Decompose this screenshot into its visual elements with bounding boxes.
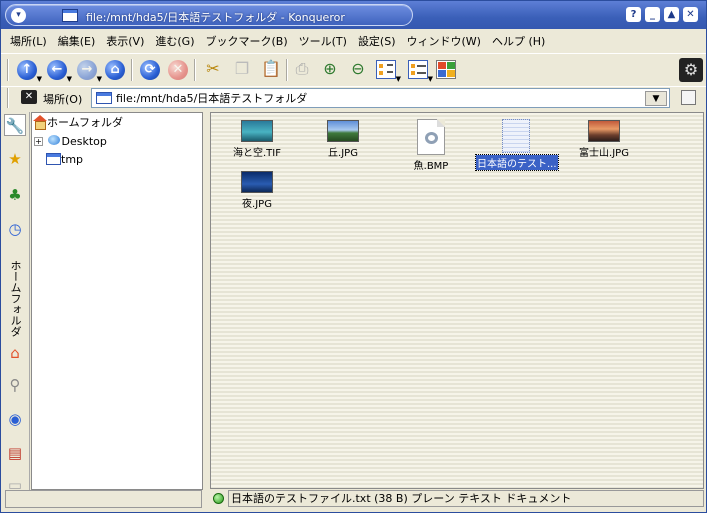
file-item[interactable]: 丘.JPG xyxy=(303,120,383,159)
location-combobox[interactable]: ▼ xyxy=(91,88,670,108)
file-name: 魚.BMP xyxy=(413,161,449,172)
up-icon[interactable]: ↑ ▼ xyxy=(14,57,42,83)
menu-bookmarks[interactable]: ブックマーク(B) xyxy=(205,33,287,49)
zoom-in-icon[interactable]: ⊕ xyxy=(317,57,343,83)
cut-icon[interactable]: ✂ xyxy=(200,57,226,83)
stop-icon[interactable]: ✕ xyxy=(165,57,191,83)
window-title: file:/mnt/hda5/日本語テストフォルダ - Konqueror xyxy=(86,11,345,24)
window-menu-button[interactable]: ▾ xyxy=(11,8,26,23)
copy-icon[interactable]: ❐ xyxy=(229,57,255,83)
status-bar: 日本語のテストファイル.txt (38 B) プレーン テキスト ドキュメント xyxy=(210,489,704,508)
tree-item-label: tmp xyxy=(61,153,84,166)
menu-location[interactable]: 場所(L) xyxy=(10,33,47,49)
print-icon[interactable]: ⎙ xyxy=(289,57,315,83)
menu-go[interactable]: 進む(G) xyxy=(155,33,194,49)
title-bar[interactable]: ▾ file:/mnt/hda5/日本語テストフォルダ - Konqueror … xyxy=(1,1,706,29)
tree-item-tmp[interactable]: tmp xyxy=(46,151,83,168)
image-thumbnail xyxy=(241,171,273,193)
location-dropdown-button[interactable]: ▼ xyxy=(645,91,667,106)
zoom-out-icon[interactable]: ⊖ xyxy=(345,57,371,83)
expand-icon[interactable]: + xyxy=(34,137,43,146)
menu-bar: 場所(L) 編集(E) 表示(V) 進む(G) ブックマーク(B) ツール(T)… xyxy=(1,30,706,52)
tree-item-desktop[interactable]: + Desktop xyxy=(34,133,107,150)
konqueror-window: ▾ file:/mnt/hda5/日本語テストフォルダ - Konqueror … xyxy=(0,0,707,513)
icon-view-icon[interactable]: ▼ xyxy=(373,57,401,83)
detail-view-icon[interactable]: ▼ xyxy=(405,57,433,83)
image-thumbnail xyxy=(241,120,273,142)
text-file-icon xyxy=(502,119,530,153)
home-folder-icon[interactable]: ⌂ xyxy=(4,342,26,364)
gear-icon[interactable]: ⚙ xyxy=(678,57,704,83)
folder-icon xyxy=(46,153,61,165)
image-thumbnail xyxy=(588,120,620,142)
maximize-button[interactable]: ▲ xyxy=(664,7,679,22)
image-file-icon xyxy=(417,119,445,155)
back-icon[interactable]: ← ▼ xyxy=(44,57,72,83)
file-name: 夜.JPG xyxy=(242,199,272,210)
menu-settings[interactable]: 設定(S) xyxy=(358,33,396,49)
tree-item-label: ホームフォルダ xyxy=(47,116,124,129)
home-icon xyxy=(32,115,47,130)
help-button[interactable]: ? xyxy=(626,7,641,22)
go-button[interactable] xyxy=(681,90,696,105)
history-icon[interactable]: ◷ xyxy=(4,218,26,240)
paste-icon[interactable]: 📋 xyxy=(258,57,284,83)
file-item[interactable]: 富士山.JPG xyxy=(564,120,644,159)
close-button[interactable]: ✕ xyxy=(683,7,698,22)
menu-edit[interactable]: 編集(E) xyxy=(58,33,96,49)
sidebar-status xyxy=(5,490,202,508)
folder-icon xyxy=(62,9,78,22)
directory-tree: ホームフォルダ + Desktop tmp xyxy=(31,112,203,490)
file-name: 富士山.JPG xyxy=(579,148,629,159)
sidebar-tab-column: 🔧 ★ ♣ ◷ ホームフォルダ ⌂ ⚲ ◉ ▤ ▭ xyxy=(1,112,30,494)
file-name: 海と空.TIF xyxy=(233,148,281,159)
menu-tools[interactable]: ツール(T) xyxy=(299,33,347,49)
sidebar-tab-home[interactable]: ホームフォルダ xyxy=(3,252,27,344)
bookmarks-icon[interactable]: ★ xyxy=(4,148,26,170)
menu-view[interactable]: 表示(V) xyxy=(106,33,144,49)
devices-icon[interactable]: ▤ xyxy=(4,442,26,464)
home-icon[interactable]: ⌂ xyxy=(102,57,128,83)
image-thumbnail xyxy=(327,120,359,142)
file-item[interactable]: 夜.JPG xyxy=(217,171,297,210)
folder-icon xyxy=(96,92,112,104)
web-icon[interactable]: ◉ xyxy=(4,408,26,430)
desktop-icon xyxy=(47,134,62,147)
minimize-button[interactable]: _ xyxy=(645,7,660,22)
file-item[interactable]: 魚.BMP xyxy=(391,119,471,172)
main-toolbar: ↑ ▼ ← ▼ → ▼ ⌂ ⟳ ✕ ✂ ❐ 📋 ⎙ ⊕ ⊖ ▼ ▼ ⚙ xyxy=(1,53,706,85)
forward-icon[interactable]: → ▼ xyxy=(74,57,102,83)
tile-view-icon[interactable] xyxy=(433,57,459,83)
menu-help[interactable]: ヘルプ (H) xyxy=(492,33,545,49)
location-label: 場所(O) xyxy=(43,93,83,106)
status-text: 日本語のテストファイル.txt (38 B) プレーン テキスト ドキュメント xyxy=(228,490,704,507)
status-light-icon[interactable] xyxy=(213,493,224,504)
services-icon[interactable]: ♣ xyxy=(4,184,26,206)
location-bar: ✕ 場所(O) ▼ xyxy=(1,86,706,110)
file-icon-view[interactable]: 海と空.TIF 丘.JPG 魚.BMP 日本語のテスト... 富士山.JPG 夜… xyxy=(210,112,704,489)
location-input[interactable] xyxy=(116,90,636,106)
reload-icon[interactable]: ⟳ xyxy=(137,57,163,83)
file-item[interactable]: 海と空.TIF xyxy=(217,120,297,159)
network-icon[interactable]: ⚲ xyxy=(4,374,26,396)
menu-window[interactable]: ウィンドウ(W) xyxy=(407,33,481,49)
tree-item-home[interactable]: ホームフォルダ xyxy=(32,114,123,131)
file-name: 丘.JPG xyxy=(328,148,358,159)
title-pill: ▾ file:/mnt/hda5/日本語テストフォルダ - Konqueror xyxy=(5,4,413,26)
file-item-selected[interactable]: 日本語のテスト... xyxy=(475,119,559,171)
sidebar-config-icon[interactable]: 🔧 xyxy=(4,114,26,136)
tree-item-label: Desktop xyxy=(61,135,107,148)
file-name: 日本語のテスト... xyxy=(475,154,559,171)
clear-location-icon[interactable]: ✕ xyxy=(21,90,37,104)
